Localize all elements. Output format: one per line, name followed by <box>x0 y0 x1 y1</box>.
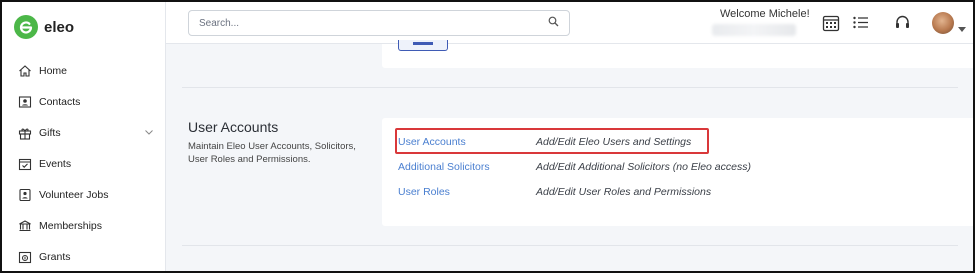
contacts-icon <box>18 95 32 109</box>
logo[interactable]: eleo <box>14 15 74 39</box>
user-roles-link[interactable]: User Roles <box>398 186 536 198</box>
sidebar-item-gifts[interactable]: Gifts <box>2 120 166 146</box>
home-icon <box>18 64 32 78</box>
search-icon[interactable] <box>548 14 559 32</box>
highlight-box <box>395 128 709 154</box>
previous-section-card <box>382 40 973 68</box>
list-item: User Accounts Add/Edit Eleo Users and Se… <box>395 128 709 154</box>
badge-icon <box>18 219 32 233</box>
list-item: User Roles Add/Edit User Roles and Permi… <box>398 185 711 199</box>
section-divider <box>182 87 958 88</box>
sidebar-item-label: Grants <box>39 251 71 263</box>
section-description: Maintain Eleo User Accounts, Solicitors,… <box>188 141 356 165</box>
sidebar-item-events[interactable]: Events <box>2 151 166 177</box>
volunteer-icon <box>18 188 32 202</box>
headset-support-icon[interactable] <box>894 14 911 36</box>
user-accounts-card: User Accounts Add/Edit Eleo Users and Se… <box>382 118 973 226</box>
calendar-check-icon <box>18 157 32 171</box>
sidebar-item-label: Gifts <box>39 127 61 139</box>
edit-button[interactable] <box>398 40 448 51</box>
sidebar-item-grants[interactable]: Grants <box>2 244 166 270</box>
calendar-icon[interactable] <box>822 14 840 37</box>
app-window: eleo Home Contacts Gifts Events Voluntee… <box>0 0 975 273</box>
sidebar-item-contacts[interactable]: Contacts <box>2 89 166 115</box>
additional-solicitors-link[interactable]: Additional Solicitors <box>398 161 536 173</box>
gift-icon <box>18 126 32 140</box>
section-title: User Accounts <box>188 119 279 135</box>
sidebar-item-label: Home <box>39 65 68 77</box>
sidebar: eleo Home Contacts Gifts Events Voluntee… <box>2 2 166 271</box>
search-box[interactable] <box>188 10 570 36</box>
task-list-icon[interactable] <box>852 14 869 36</box>
search-input[interactable] <box>199 17 548 29</box>
list-item: Additional Solicitors Add/Edit Additiona… <box>398 160 751 174</box>
link-description: Add/Edit Additional Solicitors (no Eleo … <box>536 161 751 173</box>
sidebar-item-label: Contacts <box>39 96 81 108</box>
sidebar-item-memberships[interactable]: Memberships <box>2 213 166 239</box>
link-description: Add/Edit User Roles and Permissions <box>536 186 712 198</box>
grants-icon <box>18 250 32 264</box>
sidebar-item-label: Volunteer Jobs <box>39 189 109 201</box>
caret-down-icon[interactable] <box>958 20 966 38</box>
eleo-logo-icon <box>14 15 38 39</box>
chevron-down-icon[interactable] <box>144 127 154 140</box>
sidebar-item-label: Events <box>39 158 72 170</box>
edit-button-label-bar <box>413 42 433 45</box>
section-divider <box>182 245 958 246</box>
top-bar: Welcome Michele! <box>166 2 973 44</box>
welcome-message: Welcome Michele! <box>720 8 810 20</box>
sidebar-item-home[interactable]: Home <box>2 58 166 84</box>
blurred-user-info <box>712 24 796 36</box>
avatar[interactable] <box>932 12 954 34</box>
sidebar-item-label: Memberships <box>39 220 103 232</box>
app-name: eleo <box>44 18 75 36</box>
sidebar-item-volunteer-jobs[interactable]: Volunteer Jobs <box>2 182 166 208</box>
